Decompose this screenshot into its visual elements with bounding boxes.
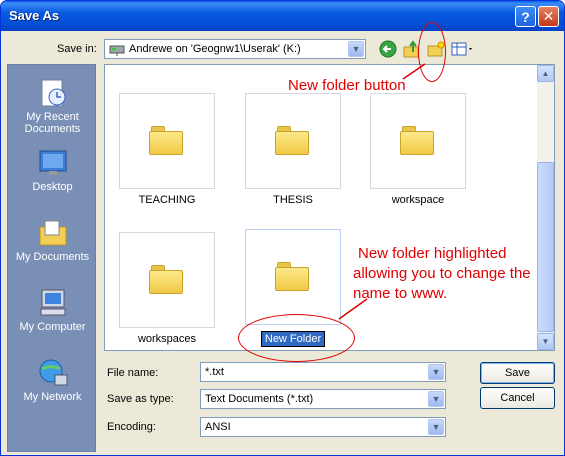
- recent-documents-icon: [37, 77, 69, 109]
- annotation-note-line-2: allowing you to change the: [353, 265, 531, 282]
- scroll-down-button[interactable]: ▼: [537, 333, 554, 350]
- annotation-arrow-icon: [402, 63, 426, 80]
- desktop-icon: [37, 147, 69, 179]
- place-recent-documents[interactable]: My Recent Documents: [8, 77, 97, 135]
- places-bar: My Recent Documents Desktop My Documents…: [7, 64, 96, 452]
- folder-item[interactable]: workspaces: [117, 232, 217, 345]
- my-documents-icon: [37, 217, 69, 249]
- place-label: My Network: [23, 391, 82, 403]
- save-as-dialog: Save As ? ✕ Save in: Andrewe on 'Geognw1…: [0, 0, 565, 456]
- save-in-dropdown[interactable]: Andrewe on 'Geognw1\Userak' (K:) ▼: [104, 39, 366, 59]
- close-button[interactable]: ✕: [538, 6, 559, 27]
- save-in-label: Save in:: [57, 43, 97, 55]
- folder-item[interactable]: TEACHING: [117, 93, 217, 206]
- save-as-type-value: Text Documents (*.txt): [205, 393, 314, 405]
- place-my-documents[interactable]: My Documents: [8, 217, 97, 263]
- save-in-value: Andrewe on 'Geognw1\Userak' (K:): [129, 43, 301, 55]
- network-drive-icon: [109, 42, 125, 56]
- save-button[interactable]: Save: [480, 362, 555, 384]
- folder-icon: [149, 265, 185, 295]
- folder-name: TEACHING: [138, 194, 196, 206]
- place-my-network[interactable]: My Network: [8, 357, 97, 403]
- file-name-field[interactable]: *.txt ▼: [200, 362, 446, 382]
- cancel-button[interactable]: Cancel: [480, 387, 555, 409]
- chevron-down-icon[interactable]: ▼: [348, 41, 364, 57]
- place-label: My Computer: [19, 321, 86, 333]
- vertical-scrollbar[interactable]: ▲ ▼: [537, 65, 554, 350]
- folder-icon: [400, 126, 436, 156]
- window-title: Save As: [9, 8, 60, 23]
- save-as-type-dropdown[interactable]: Text Documents (*.txt) ▼: [200, 389, 446, 409]
- file-name-label: File name:: [107, 367, 159, 379]
- place-label: My Recent Documents: [24, 111, 81, 135]
- file-name-value: *.txt: [205, 366, 224, 378]
- save-as-type-label: Save as type:: [107, 393, 174, 405]
- views-menu-button[interactable]: [450, 39, 476, 59]
- place-label: My Documents: [15, 251, 90, 263]
- folder-name: workspace: [391, 194, 445, 206]
- annotation-new-folder-button: New folder button: [288, 77, 406, 94]
- chevron-down-icon[interactable]: ▼: [428, 419, 444, 435]
- folder-thumbnail: [245, 93, 341, 189]
- file-list[interactable]: TEACHING THESIS workspace workspaces New…: [104, 64, 555, 351]
- annotation-arrow-icon: [338, 298, 368, 320]
- encoding-dropdown[interactable]: ANSI ▼: [200, 417, 446, 437]
- help-button[interactable]: ?: [515, 6, 536, 27]
- folder-icon: [275, 262, 311, 292]
- folder-thumbnail: [370, 93, 466, 189]
- views-icon: [451, 42, 472, 56]
- folder-icon: [149, 126, 185, 156]
- folder-thumbnail: [119, 232, 215, 328]
- encoding-label: Encoding:: [107, 421, 156, 433]
- folder-item[interactable]: THESIS: [243, 93, 343, 206]
- place-my-computer[interactable]: My Computer: [8, 287, 97, 333]
- folder-thumbnail: [245, 229, 341, 325]
- back-arrow-icon: [379, 40, 397, 58]
- folder-thumbnail: [119, 93, 215, 189]
- folder-name: workspaces: [137, 333, 197, 345]
- my-computer-icon: [37, 287, 69, 319]
- my-network-icon: [37, 357, 69, 389]
- scroll-thumb[interactable]: [537, 162, 554, 332]
- encoding-value: ANSI: [205, 421, 231, 433]
- chevron-down-icon[interactable]: ▼: [428, 391, 444, 407]
- annotation-note-line-1: New folder highlighted: [358, 245, 507, 262]
- place-desktop[interactable]: Desktop: [8, 147, 97, 193]
- back-button[interactable]: [378, 39, 398, 59]
- scroll-up-button[interactable]: ▲: [537, 65, 554, 82]
- folder-icon: [275, 126, 311, 156]
- folder-name: THESIS: [273, 194, 313, 206]
- place-label: Desktop: [32, 181, 73, 193]
- chevron-down-icon[interactable]: ▼: [428, 364, 444, 380]
- title-bar[interactable]: Save As ? ✕: [1, 1, 564, 31]
- folder-item[interactable]: workspace: [368, 93, 468, 206]
